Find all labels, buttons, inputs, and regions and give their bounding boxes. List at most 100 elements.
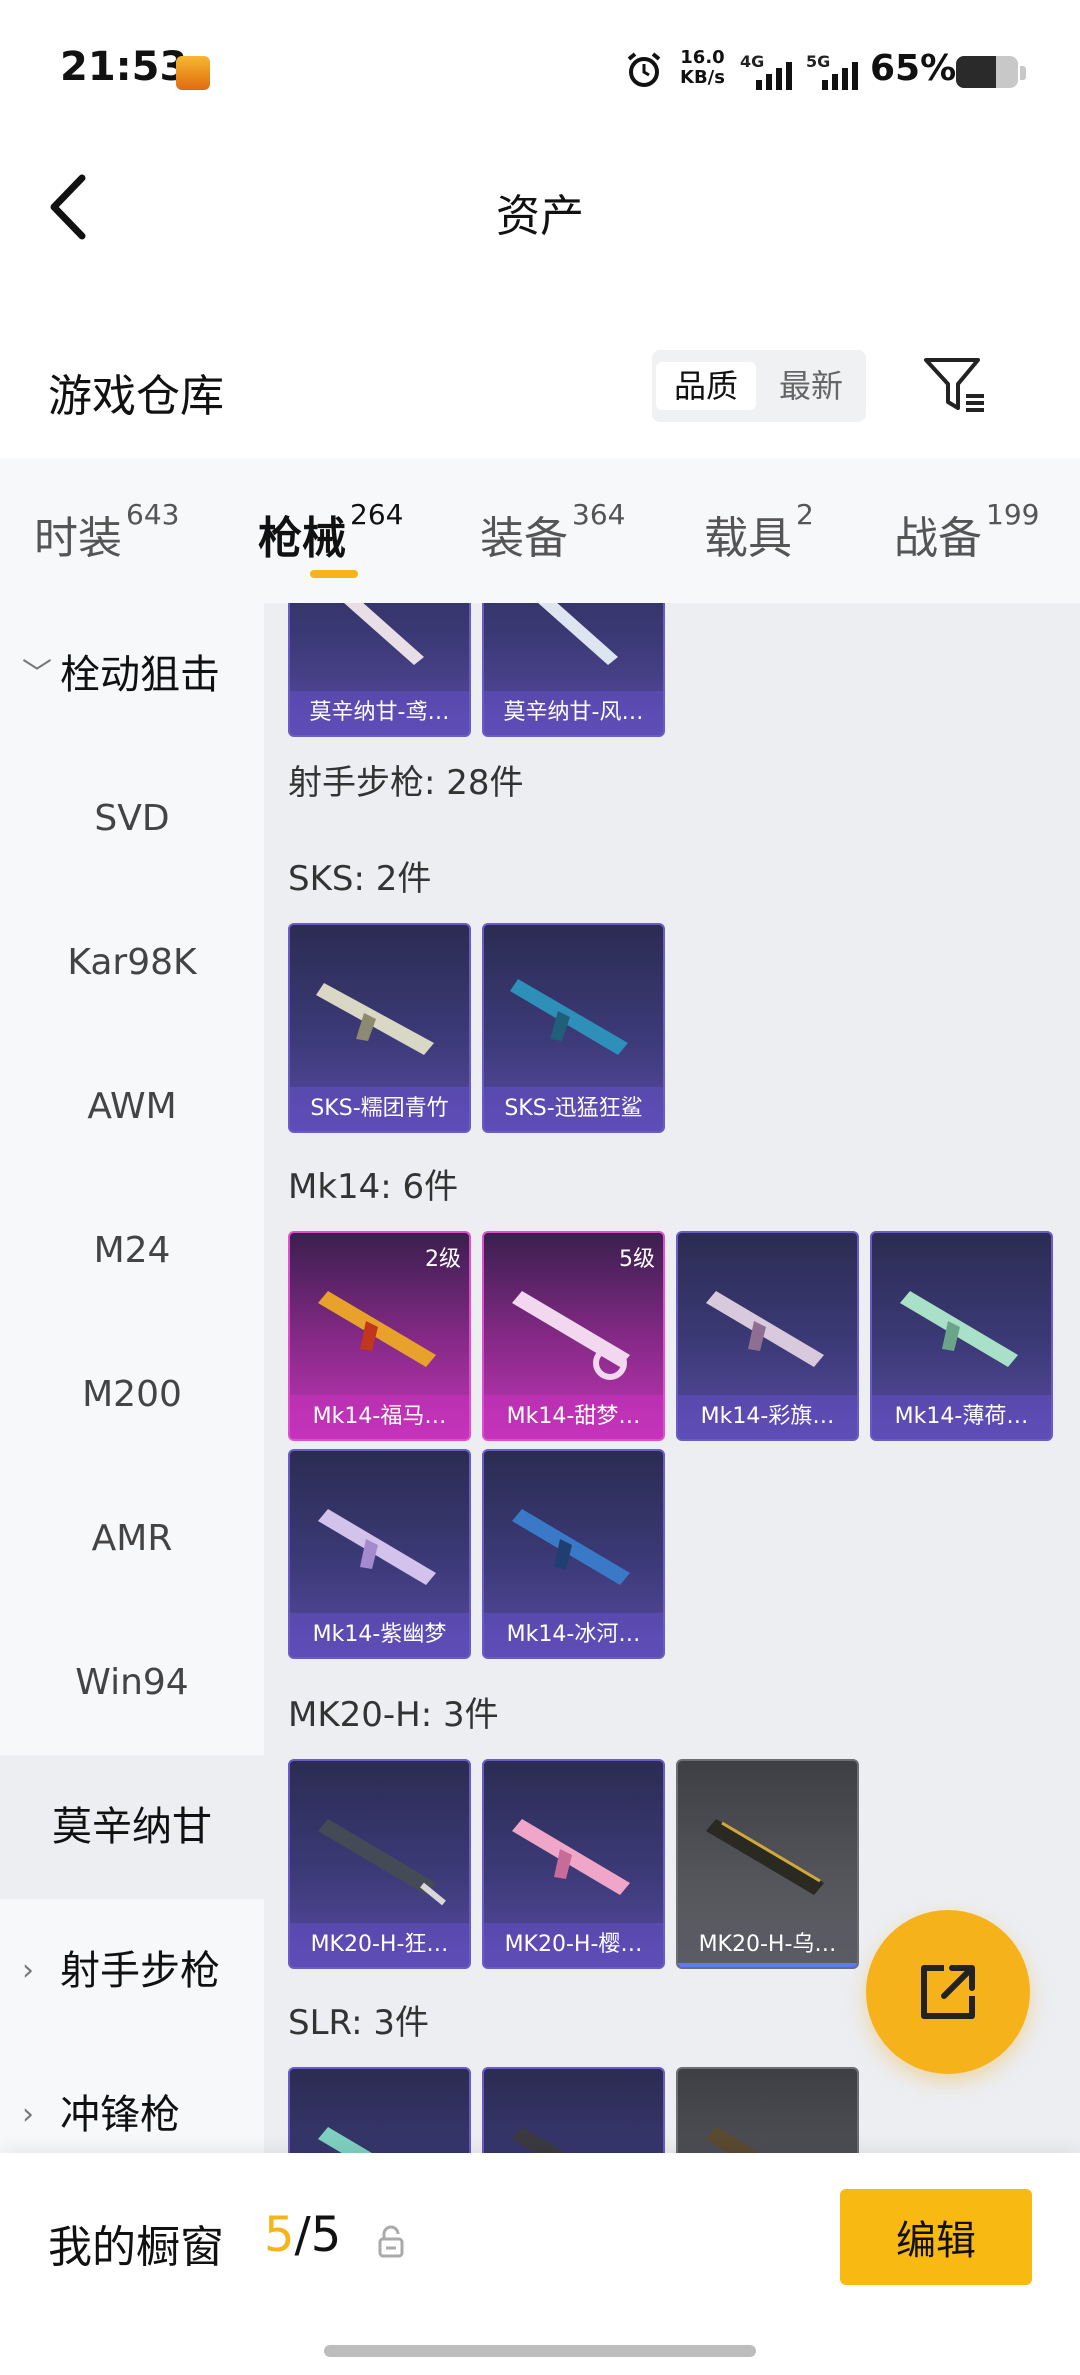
skin-name: Mk14-甜梦… bbox=[484, 1395, 663, 1439]
sidebar-group-bolt-action[interactable]: ﹀ 栓动狙击 bbox=[0, 603, 264, 747]
signal-4g-icon: 4G bbox=[740, 52, 800, 92]
chevron-right-icon: › bbox=[22, 1953, 34, 1988]
sidebar-item-m24[interactable]: M24 bbox=[0, 1179, 264, 1323]
tab-label: 枪械 bbox=[258, 513, 346, 564]
skin-name: 莫辛纳甘-风… bbox=[484, 691, 663, 735]
sidebar-item-amr[interactable]: AMR bbox=[0, 1467, 264, 1611]
skin-card[interactable]: Mk14-薄荷… bbox=[870, 1231, 1053, 1441]
sidebar-item-mosin-nagant[interactable]: 莫辛纳甘 bbox=[0, 1755, 264, 1899]
tab-guns[interactable]: 枪械 264 bbox=[258, 498, 403, 566]
edit-button[interactable]: 编辑 bbox=[840, 2189, 1032, 2285]
weapon-type-sidebar: ﹀ 栓动狙击 SVD Kar98K AWM M24 M200 AMR Win94 … bbox=[0, 603, 264, 2153]
skin-card[interactable]: MK20-H-樱… bbox=[482, 1759, 665, 1969]
section-title-dmr: 射手步枪: 28件 bbox=[288, 763, 524, 803]
skin-card[interactable]: Mk14-彩旗… bbox=[676, 1231, 859, 1441]
lock-icon bbox=[378, 2225, 404, 2258]
skin-card[interactable] bbox=[676, 2067, 859, 2153]
section-title-mk20: MK20-H: 3件 bbox=[288, 1695, 499, 1735]
rifle-icon bbox=[316, 983, 434, 1055]
skin-name: SKS-糯团青竹 bbox=[290, 1087, 469, 1131]
skin-card[interactable] bbox=[288, 2067, 471, 2153]
sidebar-item-awm[interactable]: AWM bbox=[0, 1035, 264, 1179]
battery-percent: 65% bbox=[870, 48, 957, 89]
rifle-icon bbox=[512, 2127, 566, 2153]
skin-card[interactable]: SKS-迅猛狂鲨 bbox=[482, 923, 665, 1133]
filter-icon[interactable] bbox=[922, 356, 986, 414]
tab-label: 载具 bbox=[704, 513, 792, 564]
tab-label: 时装 bbox=[34, 513, 122, 564]
skin-level: 2级 bbox=[425, 1247, 461, 1272]
alarm-icon bbox=[627, 52, 661, 87]
sidebar-item-kar98k[interactable]: Kar98K bbox=[0, 891, 264, 1035]
rifle-icon bbox=[706, 1291, 824, 1367]
skin-level: 5级 bbox=[619, 1247, 655, 1272]
showcase-count: 5/5 bbox=[264, 2207, 341, 2263]
skin-name: 莫辛纳甘-鸢… bbox=[290, 691, 469, 735]
page-title: 资产 bbox=[496, 191, 584, 242]
tab-count: 643 bbox=[126, 498, 180, 531]
skin-card[interactable]: 莫辛纳甘-鸢… bbox=[288, 603, 471, 737]
share-external-icon bbox=[921, 1965, 975, 2019]
skin-card[interactable]: Mk14-冰河… bbox=[482, 1449, 665, 1659]
share-button[interactable] bbox=[866, 1910, 1030, 2074]
tab-label: 装备 bbox=[480, 513, 568, 564]
rifle-icon bbox=[318, 1819, 446, 1906]
net-speed: 16.0 KB/s bbox=[680, 48, 725, 88]
section-title-slr: SLR: 3件 bbox=[288, 2003, 429, 2043]
sort-toggle: 品质 最新 bbox=[652, 350, 866, 422]
skin-name: SKS-迅猛狂鲨 bbox=[484, 1087, 663, 1131]
app-notification-icon bbox=[176, 56, 210, 90]
rifle-icon bbox=[344, 603, 424, 665]
category-tabs: 时装 643 枪械 264 装备 364 载具 2 战备 199 bbox=[0, 458, 1080, 603]
net-speed-value: 16.0 bbox=[680, 47, 725, 68]
skin-name: MK20-H-乌… bbox=[678, 1923, 857, 1967]
skin-name: MK20-H-狂… bbox=[290, 1923, 469, 1967]
skin-card[interactable]: 2级 Mk14-福马… bbox=[288, 1231, 471, 1441]
home-indicator[interactable] bbox=[324, 2345, 756, 2357]
sidebar-item-win94[interactable]: Win94 bbox=[0, 1611, 264, 1755]
rifle-icon bbox=[510, 979, 628, 1055]
skin-name: Mk14-紫幽梦 bbox=[290, 1613, 469, 1657]
skin-name: Mk14-冰河… bbox=[484, 1613, 663, 1657]
sidebar-group-dmr[interactable]: › 射手步枪 bbox=[0, 1899, 264, 2043]
skin-card[interactable] bbox=[482, 2067, 665, 2153]
sort-quality-button[interactable]: 品质 bbox=[656, 362, 756, 410]
battery-tip bbox=[1020, 66, 1026, 80]
sort-newest-button[interactable]: 最新 bbox=[760, 362, 862, 410]
tab-vehicles[interactable]: 载具 2 bbox=[704, 498, 814, 566]
rifle-icon bbox=[706, 1819, 824, 1895]
sidebar-item-svd[interactable]: SVD bbox=[0, 747, 264, 891]
rifle-icon bbox=[538, 603, 618, 665]
skin-card[interactable]: MK20-H-狂… bbox=[288, 1759, 471, 1969]
rifle-icon bbox=[318, 2127, 372, 2153]
section-title-sks: SKS: 2件 bbox=[288, 859, 432, 899]
sidebar-item-label: 射手步枪 bbox=[60, 1948, 220, 1994]
tab-combat-gear[interactable]: 战备 199 bbox=[894, 498, 1039, 566]
showcase-total: 5 bbox=[310, 2207, 342, 2263]
skin-card[interactable]: MK20-H-乌… bbox=[676, 1759, 859, 1969]
tab-fashion[interactable]: 时装 643 bbox=[34, 498, 179, 566]
rifle-icon bbox=[900, 1291, 1018, 1367]
tab-label: 战备 bbox=[894, 513, 982, 564]
sidebar-item-label: 栓动狙击 bbox=[60, 652, 220, 698]
showcase-current: 5 bbox=[264, 2207, 295, 2263]
signal-5g-icon: 5G bbox=[806, 52, 866, 92]
skin-card[interactable]: 莫辛纳甘-风… bbox=[482, 603, 665, 737]
skin-card[interactable]: Mk14-紫幽梦 bbox=[288, 1449, 471, 1659]
skin-name: MK20-H-樱… bbox=[484, 1923, 663, 1967]
skin-name: Mk14-薄荷… bbox=[872, 1395, 1051, 1439]
status-time: 21:53 bbox=[60, 44, 188, 90]
net-speed-unit: KB/s bbox=[680, 67, 725, 88]
skin-card[interactable]: SKS-糯团青竹 bbox=[288, 923, 471, 1133]
selected-indicator bbox=[678, 1963, 857, 1967]
rifle-icon bbox=[318, 1509, 436, 1585]
sidebar-item-m200[interactable]: M200 bbox=[0, 1323, 264, 1467]
active-tab-indicator bbox=[310, 570, 358, 578]
tab-equipment[interactable]: 装备 364 bbox=[480, 498, 625, 566]
skin-card[interactable]: 5级 Mk14-甜梦… bbox=[482, 1231, 665, 1441]
showcase-separator: / bbox=[294, 2207, 311, 2263]
status-bar: 21:53 16.0 KB/s 4G 5G 65% bbox=[0, 0, 1080, 140]
skin-name: Mk14-彩旗… bbox=[678, 1395, 857, 1439]
tab-count: 2 bbox=[796, 498, 814, 531]
skin-name: Mk14-福马… bbox=[290, 1395, 469, 1439]
